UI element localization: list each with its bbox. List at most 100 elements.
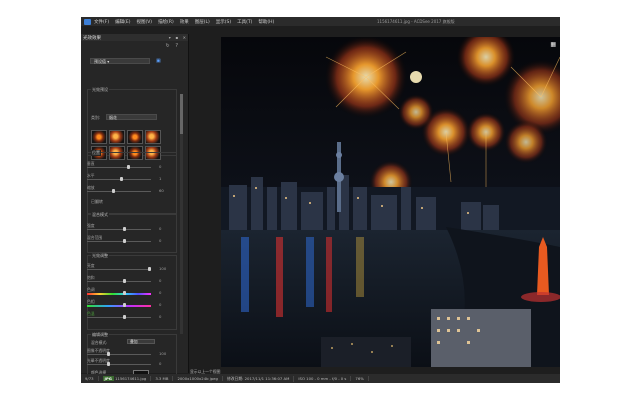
- photo-canvas[interactable]: [221, 37, 560, 367]
- slider-hue-shift[interactable]: 色相 0: [87, 299, 165, 308]
- slider-intensity[interactable]: 强度 0: [87, 223, 165, 232]
- panel-scrollbar[interactable]: [180, 94, 183, 334]
- slider-brightness[interactable]: 亮度 100: [87, 263, 167, 272]
- menu-file[interactable]: 文件(F): [94, 19, 109, 25]
- slider-thumb[interactable]: [123, 227, 126, 231]
- slider-track: [87, 229, 151, 230]
- acdsee-window: 文件(F) 编辑(E) 视图(V) 描绘(R) 效果 图层(L) 显示(S) 工…: [81, 17, 560, 383]
- flip-checkbox-label[interactable]: 已翻转: [91, 199, 103, 205]
- blend-mode-value: 叠加: [130, 339, 138, 344]
- slider-thumb[interactable]: [123, 315, 126, 319]
- status-bar: 9/73 JPG 1156174611.jpg 3.3 MB 2000x1000…: [81, 374, 560, 383]
- slider-track: [87, 354, 151, 355]
- section-position-title: 位置: [91, 150, 101, 156]
- zoom-level: 76%: [351, 376, 369, 381]
- menu-display[interactable]: 显示(S): [216, 19, 231, 25]
- slider-track: [87, 364, 151, 365]
- slider-scale[interactable]: 缩放 60: [87, 185, 165, 194]
- slider-value: 0: [159, 278, 162, 283]
- slider-saturation[interactable]: 饱和 0: [87, 275, 165, 284]
- slider-vertical[interactable]: 垂直 0: [87, 161, 165, 170]
- image-index: 9/73: [81, 376, 99, 381]
- slider-thumb[interactable]: [123, 279, 126, 283]
- image-dimensions: 2000x1000x24b jpeg: [173, 376, 223, 381]
- slider-thumb[interactable]: [120, 177, 123, 181]
- app-logo-icon: [84, 18, 91, 25]
- slider-glow-opacity[interactable]: 光晕不透明度 0: [87, 358, 165, 367]
- slider-hue[interactable]: 色调 0: [87, 287, 165, 296]
- slider-thumb[interactable]: [127, 165, 130, 169]
- menu-draw[interactable]: 描绘(R): [158, 19, 174, 25]
- grid-view-icon[interactable]: ▦: [550, 41, 556, 48]
- help-icon[interactable]: ?: [175, 43, 178, 49]
- menu-edit[interactable]: 编辑(E): [115, 19, 130, 25]
- panel-tools: ↻ ?: [162, 43, 178, 49]
- scrollbar-thumb[interactable]: [180, 94, 183, 134]
- file-size: 3.3 MB: [151, 376, 174, 381]
- slider-value: 0: [159, 164, 162, 169]
- file-info: JPG 1156174611.jpg: [99, 376, 152, 381]
- section-edit-title: 编辑调整: [91, 332, 109, 338]
- close-icon[interactable]: ✕: [183, 35, 186, 40]
- light-effect-panel: 光效效果 ▾ ▪ ✕ ↻ ? 预设值 ▾ ▣ 光效预设 类别: 烟花 位置 垂直…: [81, 34, 189, 383]
- menu-view[interactable]: 视图(V): [136, 19, 152, 25]
- slider-thumb[interactable]: [123, 291, 126, 295]
- thumbnail[interactable]: [127, 130, 143, 144]
- slider-value: 0: [159, 290, 162, 295]
- slider-track: [87, 281, 151, 282]
- section-color-title: 光效调整: [91, 253, 109, 259]
- slider-track: [87, 167, 151, 168]
- slider-thumb[interactable]: [123, 303, 126, 307]
- menu-help[interactable]: 帮助(H): [258, 19, 274, 25]
- thumbnail[interactable]: [91, 130, 107, 144]
- section-blend: 混合模式: [87, 212, 177, 253]
- thumbnail[interactable]: [109, 130, 125, 144]
- slider-thumb[interactable]: [107, 362, 110, 366]
- menu-bar: 文件(F) 编辑(E) 视图(V) 描绘(R) 效果 图层(L) 显示(S) 工…: [81, 17, 560, 26]
- preset-label: 预设值: [94, 59, 106, 64]
- section-light-preset-title: 光效预设: [91, 87, 109, 93]
- modified-date: 修改日期: 2017/11/1 11:36:07 AM: [223, 375, 295, 382]
- category-label: 类别:: [91, 115, 101, 120]
- slider-value: 100: [159, 351, 167, 356]
- refresh-icon[interactable]: ↻: [166, 43, 170, 49]
- fireworks-cityscape-image: [221, 37, 560, 367]
- pin-icon[interactable]: ▾: [169, 35, 171, 40]
- dock-icon[interactable]: ▪: [175, 35, 178, 40]
- slider-track: [87, 317, 151, 318]
- section-blend-title: 混合模式: [91, 212, 109, 218]
- preset-dropdown[interactable]: 预设值 ▾: [90, 58, 150, 64]
- category-dropdown[interactable]: 烟花: [106, 114, 157, 120]
- file-type-badge: JPG: [102, 376, 114, 381]
- menu-layer[interactable]: 图层(L): [195, 19, 210, 25]
- save-preset-icon[interactable]: ▣: [156, 58, 161, 64]
- slider-temperature[interactable]: 色温 0: [87, 311, 165, 320]
- blend-mode-dropdown[interactable]: 叠加: [127, 339, 155, 344]
- thumbnail[interactable]: [145, 130, 161, 144]
- file-name: 1156174611.jpg: [115, 376, 147, 381]
- hue-gradient-bar: [87, 293, 151, 295]
- window-title: 1156174611.jpg - ACDSee 2017 旗舰版: [377, 19, 455, 24]
- slider-thumb[interactable]: [107, 352, 110, 356]
- slider-thumb[interactable]: [123, 239, 126, 243]
- slider-track: [87, 191, 151, 192]
- slider-thumb[interactable]: [148, 267, 151, 271]
- slider-horizontal[interactable]: 水平 1: [87, 173, 165, 182]
- slider-value: 0: [159, 226, 162, 231]
- slider-value: 60: [159, 188, 164, 193]
- slider-thumb[interactable]: [112, 189, 115, 193]
- slider-value: 1: [159, 176, 162, 181]
- slider-track: [87, 179, 151, 180]
- menu-tools[interactable]: 工具(T): [237, 19, 252, 25]
- slider-image-opacity[interactable]: 图像不透明度 100: [87, 348, 167, 357]
- slider-value: 0: [159, 314, 162, 319]
- tint-gradient-bar: [87, 305, 151, 307]
- slider-blend-range[interactable]: 混合范围 0: [87, 235, 165, 244]
- menu-effect[interactable]: 效果: [180, 19, 189, 25]
- image-viewer: ▦: [189, 34, 560, 373]
- slider-track: [87, 241, 151, 242]
- slider-value: 0: [159, 238, 162, 243]
- slider-value: 0: [159, 302, 162, 307]
- panel-title: 光效效果: [83, 35, 101, 41]
- slider-value: 100: [159, 266, 167, 271]
